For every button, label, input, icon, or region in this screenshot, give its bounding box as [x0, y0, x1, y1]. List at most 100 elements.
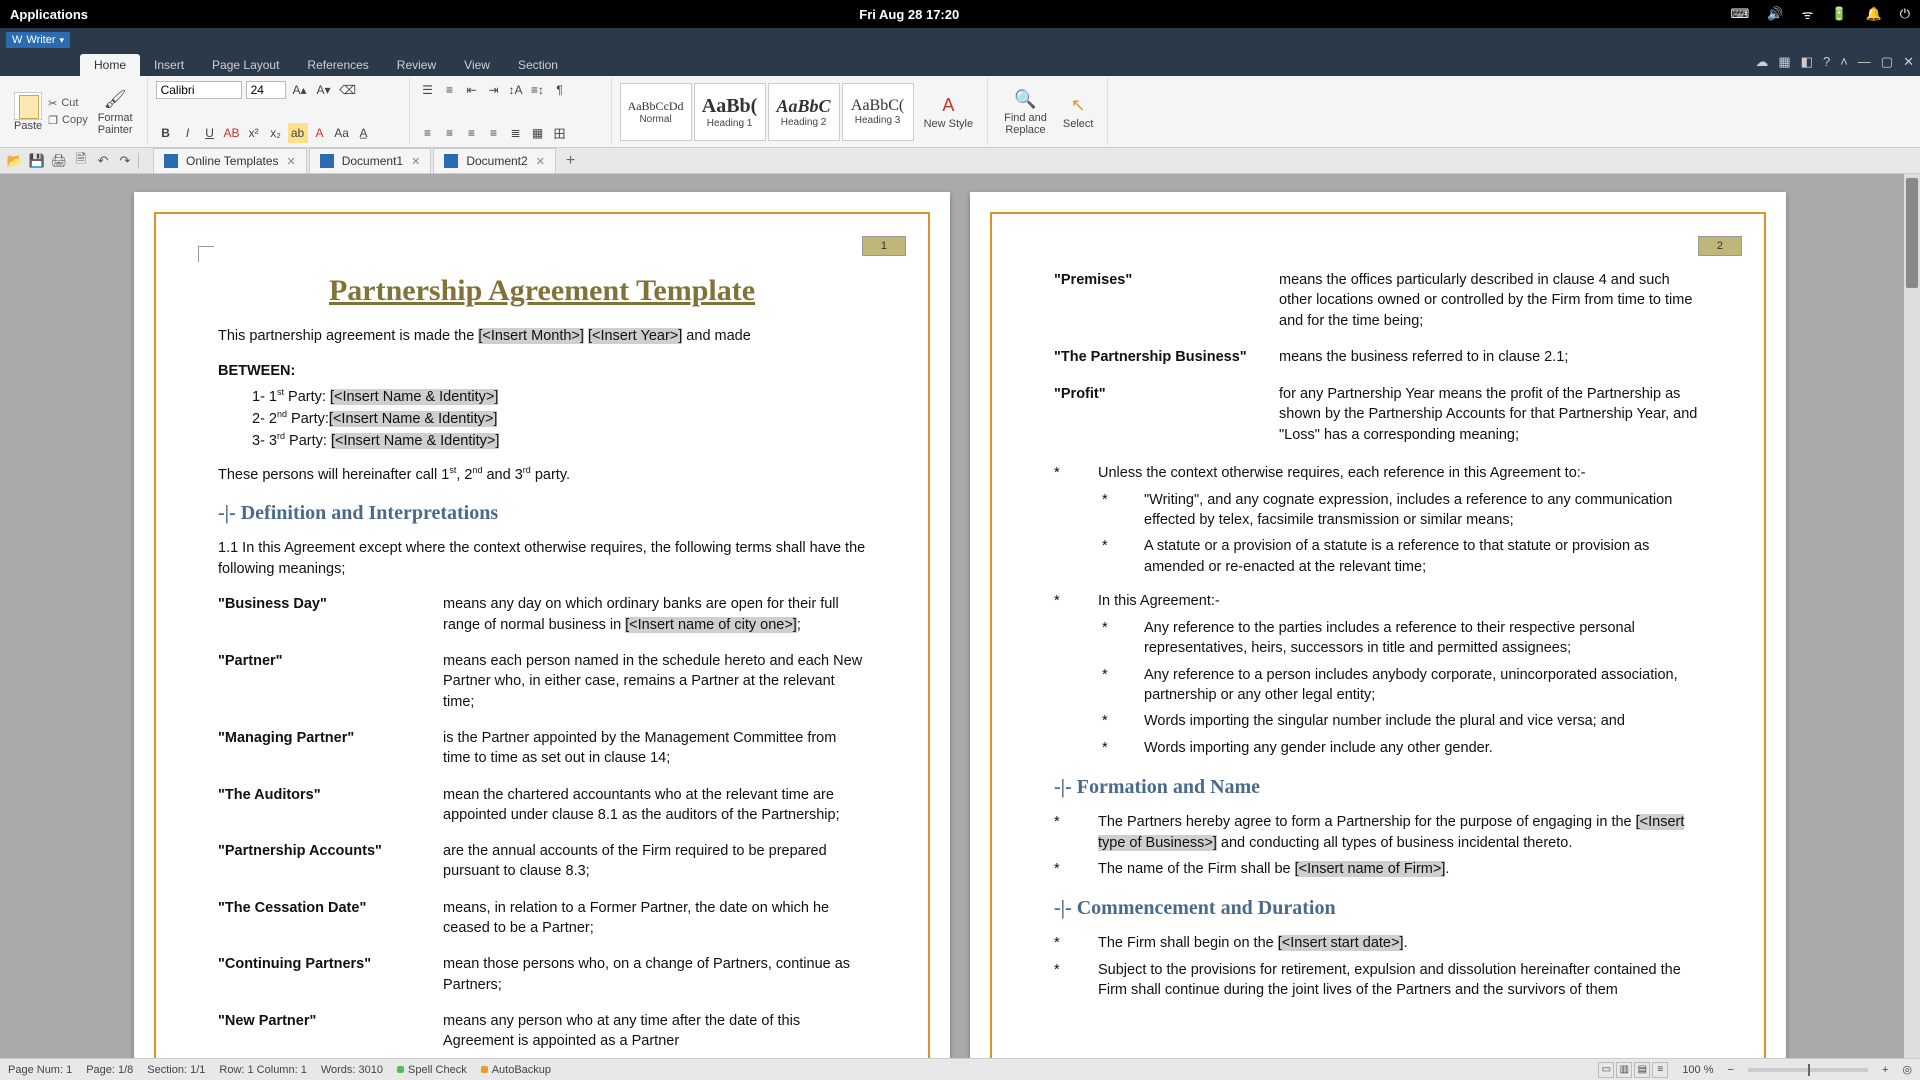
status-words[interactable]: Words: 3010 — [321, 1064, 383, 1076]
tab-view[interactable]: View — [450, 54, 504, 76]
page-2[interactable]: 2 "Premises"means the offices particular… — [970, 192, 1786, 1058]
close-window-icon[interactable]: ✕ — [1903, 54, 1914, 70]
align-justify-button[interactable]: ≡ — [484, 123, 504, 143]
grid-icon[interactable]: ▦ — [1778, 54, 1790, 70]
new-tab-button[interactable]: + — [558, 148, 583, 173]
subscript-button[interactable]: x₂ — [266, 123, 286, 143]
undo-button[interactable]: ↶ — [94, 152, 112, 170]
view-multi-page-icon[interactable]: ▥ — [1616, 1062, 1632, 1078]
show-marks-button[interactable]: ¶ — [550, 80, 570, 100]
borders-button[interactable]: 田 — [550, 123, 570, 143]
volume-icon[interactable]: 🔊 — [1767, 6, 1783, 22]
text-direction-button[interactable]: ↕A — [506, 80, 526, 100]
print-button[interactable]: 🖨 — [50, 152, 68, 170]
status-pagenum[interactable]: Page Num: 1 — [8, 1064, 72, 1076]
font-color-button[interactable]: A — [310, 123, 330, 143]
close-icon[interactable]: ✕ — [287, 155, 296, 168]
paste-button[interactable]: Paste — [10, 90, 46, 134]
redo-button[interactable]: ↷ — [116, 152, 134, 170]
app-menu-button[interactable]: W Writer ▾ — [6, 32, 70, 48]
doc-tab-label: Online Templates — [186, 154, 279, 168]
power-icon[interactable]: ⏻ — [1900, 6, 1910, 22]
zoom-out-button[interactable]: − — [1728, 1064, 1734, 1076]
help-icon[interactable]: ? — [1823, 54, 1830, 70]
copy-button[interactable]: ❐Copy — [46, 113, 90, 128]
status-section[interactable]: Section: 1/1 — [147, 1064, 205, 1076]
status-page[interactable]: Page: 1/8 — [86, 1064, 133, 1076]
style-heading3[interactable]: AaBbC(Heading 3 — [842, 83, 914, 141]
tab-insert[interactable]: Insert — [140, 54, 198, 76]
increase-indent-button[interactable]: ⇥ — [484, 80, 504, 100]
tab-home[interactable]: Home — [80, 54, 140, 76]
print-preview-button[interactable]: 🗎 — [72, 152, 90, 170]
style-heading1[interactable]: AaBb(Heading 1 — [694, 83, 766, 141]
status-row-col[interactable]: Row: 1 Column: 1 — [219, 1064, 306, 1076]
character-border-button[interactable]: A̲ — [354, 123, 374, 143]
increase-font-icon[interactable]: A▴ — [290, 80, 310, 100]
battery-icon[interactable]: 🔋 — [1831, 6, 1847, 22]
doc-tab-document1[interactable]: Document1 ✕ — [309, 148, 432, 173]
bullet-line: *"Writing", and any cognate expression, … — [1054, 490, 1702, 531]
font-size-input[interactable] — [246, 81, 286, 99]
clause-1-1: 1.1 In this Agreement except where the c… — [218, 538, 866, 580]
line-spacing-button[interactable]: ≡↕ — [528, 80, 548, 100]
open-button[interactable]: 📂 — [6, 152, 24, 170]
ribbon-collapse-icon[interactable]: ˄ — [1840, 54, 1848, 70]
tab-references[interactable]: References — [293, 54, 382, 76]
italic-button[interactable]: I — [178, 123, 198, 143]
doc-tab-online-templates[interactable]: Online Templates ✕ — [153, 148, 307, 173]
keyboard-layout-indicator[interactable]: ⌨ — [1731, 6, 1750, 22]
cut-button[interactable]: ✂Cut — [46, 96, 90, 111]
skin-icon[interactable]: ◧ — [1801, 54, 1813, 70]
minimize-window-icon[interactable]: — — [1858, 54, 1871, 70]
highlight-button[interactable]: ab — [288, 123, 308, 143]
close-icon[interactable]: ✕ — [411, 155, 420, 168]
save-button[interactable]: 💾 — [28, 152, 46, 170]
wifi-icon[interactable]: ᯤ — [1801, 5, 1813, 23]
distributed-button[interactable]: ≣ — [506, 123, 526, 143]
zoom-in-button[interactable]: + — [1882, 1064, 1888, 1076]
new-style-button[interactable]: A New Style — [916, 92, 982, 132]
decrease-font-icon[interactable]: A▾ — [314, 80, 334, 100]
tab-review[interactable]: Review — [383, 54, 450, 76]
bold-button[interactable]: B — [156, 123, 176, 143]
superscript-button[interactable]: x² — [244, 123, 264, 143]
def-partnership-business: "The Partnership Business"means the busi… — [1054, 347, 1702, 368]
notification-icon[interactable]: 🔔 — [1866, 6, 1882, 22]
decrease-indent-button[interactable]: ⇤ — [462, 80, 482, 100]
tab-section[interactable]: Section — [504, 54, 572, 76]
find-replace-button[interactable]: 🔍 Find and Replace — [996, 86, 1055, 138]
bullet-list-button[interactable]: ☰ — [418, 80, 438, 100]
change-case-button[interactable]: Aa — [332, 123, 352, 143]
view-single-page-icon[interactable]: ▭ — [1598, 1062, 1614, 1078]
font-effects-button[interactable]: AB — [222, 123, 242, 143]
style-normal[interactable]: AaBbCcDdNormal — [620, 83, 692, 141]
doc-tab-document2[interactable]: Document2 ✕ — [433, 148, 556, 173]
zoom-label[interactable]: 100 % — [1682, 1064, 1713, 1076]
view-web-icon[interactable]: ▤ — [1634, 1062, 1650, 1078]
numbered-list-button[interactable]: ≡ — [440, 80, 460, 100]
align-center-button[interactable]: ≡ — [440, 123, 460, 143]
status-autobackup[interactable]: AutoBackup — [481, 1064, 551, 1076]
new-style-label: New Style — [924, 118, 974, 130]
view-outline-icon[interactable]: ≡ — [1652, 1062, 1668, 1078]
fit-page-button[interactable]: ◎ — [1902, 1063, 1912, 1076]
underline-button[interactable]: U — [200, 123, 220, 143]
font-name-input[interactable] — [156, 81, 242, 99]
style-heading2[interactable]: AaBbCHeading 2 — [768, 83, 840, 141]
zoom-slider[interactable] — [1748, 1068, 1868, 1072]
applications-menu[interactable]: Applications — [10, 7, 88, 22]
maximize-window-icon[interactable]: ▢ — [1881, 54, 1893, 70]
cloud-icon[interactable]: ☁ — [1755, 54, 1768, 70]
shading-button[interactable]: ▦ — [528, 123, 548, 143]
vertical-scrollbar[interactable] — [1904, 174, 1920, 1058]
clear-formatting-icon[interactable]: ⌫ — [338, 80, 358, 100]
select-button[interactable]: ↖ Select — [1055, 92, 1102, 132]
align-right-button[interactable]: ≡ — [462, 123, 482, 143]
tab-page-layout[interactable]: Page Layout — [198, 54, 293, 76]
page-1[interactable]: 1 Partnership Agreement Template This pa… — [134, 192, 950, 1058]
format-painter-button[interactable]: 🖌 Format Painter — [90, 86, 141, 138]
align-left-button[interactable]: ≡ — [418, 123, 438, 143]
status-spellcheck[interactable]: Spell Check — [397, 1064, 467, 1076]
close-icon[interactable]: ✕ — [536, 155, 545, 168]
